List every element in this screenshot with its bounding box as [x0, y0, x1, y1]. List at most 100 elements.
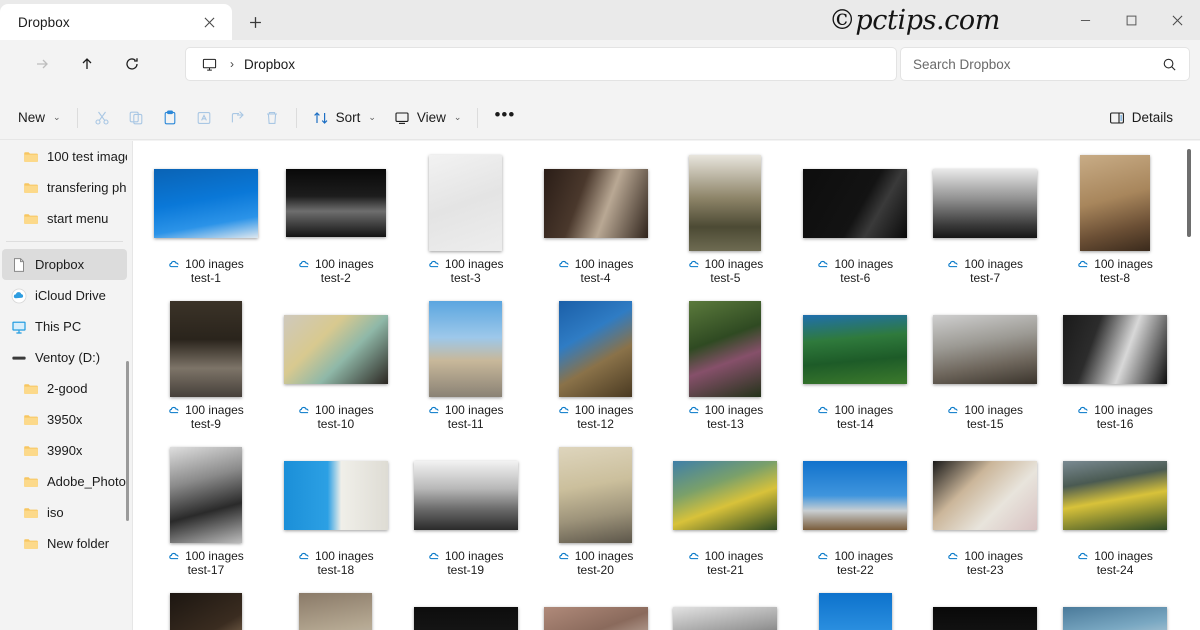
- file-item[interactable]: 100 inages test-21: [661, 443, 791, 589]
- cut-button[interactable]: [85, 102, 119, 134]
- sidebar-item-transfering-phot[interactable]: transfering phot: [2, 172, 127, 203]
- sidebar-item-icloud-drive[interactable]: iCloud Drive: [2, 280, 127, 311]
- sidebar-scrollbar-thumb[interactable]: [126, 361, 129, 521]
- file-name-line1: 100 inages: [574, 257, 634, 271]
- copy-button[interactable]: [119, 102, 153, 134]
- sidebar-item-3990x[interactable]: 3990x: [2, 435, 127, 466]
- file-item[interactable]: 100 inages test-15: [920, 297, 1050, 443]
- forward-arrow-icon[interactable]: [24, 48, 60, 80]
- sort-button[interactable]: Sort ⌄: [304, 102, 385, 134]
- file-caption: 100 inages test-16: [1059, 403, 1171, 431]
- file-name-line2: test-7: [970, 271, 1001, 285]
- file-item[interactable]: 100 inagestest-30: [790, 589, 920, 630]
- file-item[interactable]: 100 inagestest-29: [661, 589, 791, 630]
- minimize-icon[interactable]: [1062, 0, 1108, 40]
- content-scrollbar-thumb[interactable]: [1187, 149, 1191, 237]
- file-name-line1: 100 inages: [444, 257, 504, 271]
- file-item[interactable]: 100 inages test-10: [271, 297, 401, 443]
- file-item[interactable]: 100 inages test-5: [661, 151, 791, 297]
- file-item[interactable]: 100 inages test-8: [1050, 151, 1180, 297]
- file-item[interactable]: 100 inages test-23: [920, 443, 1050, 589]
- file-thumbnail: [429, 301, 503, 397]
- file-item[interactable]: 100 inages test-13: [661, 297, 791, 443]
- file-item[interactable]: 100 inages test-7: [920, 151, 1050, 297]
- file-name-line2: test-17: [187, 563, 225, 577]
- close-tab-icon[interactable]: [196, 9, 222, 35]
- sidebar-item-ventoy-d[interactable]: Ventoy (D:): [2, 342, 127, 373]
- file-thumbnail: [543, 168, 648, 238]
- file-item[interactable]: 100 inages test-4: [531, 151, 661, 297]
- file-item[interactable]: 100 inagestest-31: [920, 589, 1050, 630]
- file-thumbnail-wrap: [929, 593, 1041, 630]
- sidebar-item-this-pc[interactable]: This PC: [2, 311, 127, 342]
- sidebar-item-3950x[interactable]: 3950x: [2, 404, 127, 435]
- file-thumbnail-wrap: [410, 155, 522, 251]
- file-item[interactable]: 100 inages test-9: [141, 297, 271, 443]
- file-item[interactable]: 100 inagestest-32: [1050, 589, 1180, 630]
- file-item[interactable]: 100 inages test-18: [271, 443, 401, 589]
- file-item[interactable]: 100 inagestest-28: [531, 589, 661, 630]
- drive-icon: [10, 349, 27, 366]
- sidebar-item-dropbox[interactable]: Dropbox: [2, 249, 127, 280]
- details-pane-button[interactable]: Details: [1100, 102, 1182, 134]
- file-item[interactable]: 100 inages test-17: [141, 443, 271, 589]
- close-window-icon[interactable]: [1154, 0, 1200, 40]
- monitor-icon[interactable]: [196, 57, 222, 72]
- share-button[interactable]: [221, 102, 255, 134]
- file-item[interactable]: 100 inages test-20: [531, 443, 661, 589]
- navigation-pane[interactable]: 100 test images transfering phot start men…: [0, 141, 133, 630]
- sidebar-item-100-test-images[interactable]: 100 test images: [2, 141, 127, 172]
- file-item[interactable]: 100 inages test-1: [141, 151, 271, 297]
- file-item[interactable]: 100 inages test-14: [790, 297, 920, 443]
- file-thumbnail: [803, 314, 908, 384]
- sidebar-item-adobe-photos[interactable]: Adobe_Photos: [2, 466, 127, 497]
- maximize-icon[interactable]: [1108, 0, 1154, 40]
- file-item[interactable]: 100 inages test-19: [401, 443, 531, 589]
- paste-button[interactable]: [153, 102, 187, 134]
- view-button[interactable]: View ⌄: [385, 102, 471, 134]
- file-thumbnail-wrap: [1059, 301, 1171, 397]
- rename-button[interactable]: [187, 102, 221, 134]
- file-name-line2: test-4: [580, 271, 611, 285]
- tab-dropbox[interactable]: Dropbox: [0, 4, 232, 40]
- sidebar-item-iso[interactable]: iso: [2, 497, 127, 528]
- file-item[interactable]: 100 inagestest-26: [271, 589, 401, 630]
- file-item[interactable]: 100 inages test-16: [1050, 297, 1180, 443]
- file-thumbnail-wrap: [799, 447, 911, 543]
- file-item[interactable]: 100 inagestest-27: [401, 589, 531, 630]
- file-thumbnail-wrap: [540, 301, 652, 397]
- folder-icon: [22, 148, 39, 165]
- search-icon[interactable]: [1162, 57, 1177, 72]
- refresh-icon[interactable]: [114, 48, 150, 80]
- file-item[interactable]: 100 inages test-6: [790, 151, 920, 297]
- delete-button[interactable]: [255, 102, 289, 134]
- sidebar-item-2-good[interactable]: 2-good: [2, 373, 127, 404]
- cloud-sync-icon: [168, 404, 181, 417]
- address-bar[interactable]: › Dropbox: [185, 47, 897, 81]
- more-options-button[interactable]: •••: [485, 102, 524, 134]
- sidebar-item-new-folder[interactable]: New folder: [2, 528, 127, 559]
- search-input[interactable]: [913, 56, 1162, 72]
- cloud-sync-icon: [168, 258, 181, 271]
- sidebar-divider: [6, 241, 123, 242]
- new-button[interactable]: New ⌄: [8, 102, 70, 134]
- cloud-sync-icon: [298, 550, 311, 563]
- search-box[interactable]: [900, 47, 1190, 81]
- breadcrumb-current[interactable]: Dropbox: [244, 57, 295, 72]
- cloud-sync-icon: [817, 404, 830, 417]
- file-item[interactable]: 100 inages test-3: [401, 151, 531, 297]
- file-item[interactable]: 100 inages test-24: [1050, 443, 1180, 589]
- file-item[interactable]: 100 inages test-11: [401, 297, 531, 443]
- new-tab-icon[interactable]: [237, 6, 273, 38]
- file-name-line1: 100 inages: [704, 257, 764, 271]
- details-label: Details: [1131, 110, 1173, 125]
- file-item[interactable]: 100 inages test-2: [271, 151, 401, 297]
- file-item[interactable]: 100 inagestest-25: [141, 589, 271, 630]
- file-item[interactable]: 100 inages test-12: [531, 297, 661, 443]
- up-arrow-icon[interactable]: [69, 48, 105, 80]
- cloud-sync-icon: [298, 258, 311, 271]
- sidebar-item-start-menu[interactable]: start menu: [2, 203, 127, 234]
- file-list-view[interactable]: 100 inages test-1 100 inages test-2 100 inag…: [133, 141, 1200, 630]
- file-item[interactable]: 100 inages test-22: [790, 443, 920, 589]
- file-thumbnail-wrap: [540, 155, 652, 251]
